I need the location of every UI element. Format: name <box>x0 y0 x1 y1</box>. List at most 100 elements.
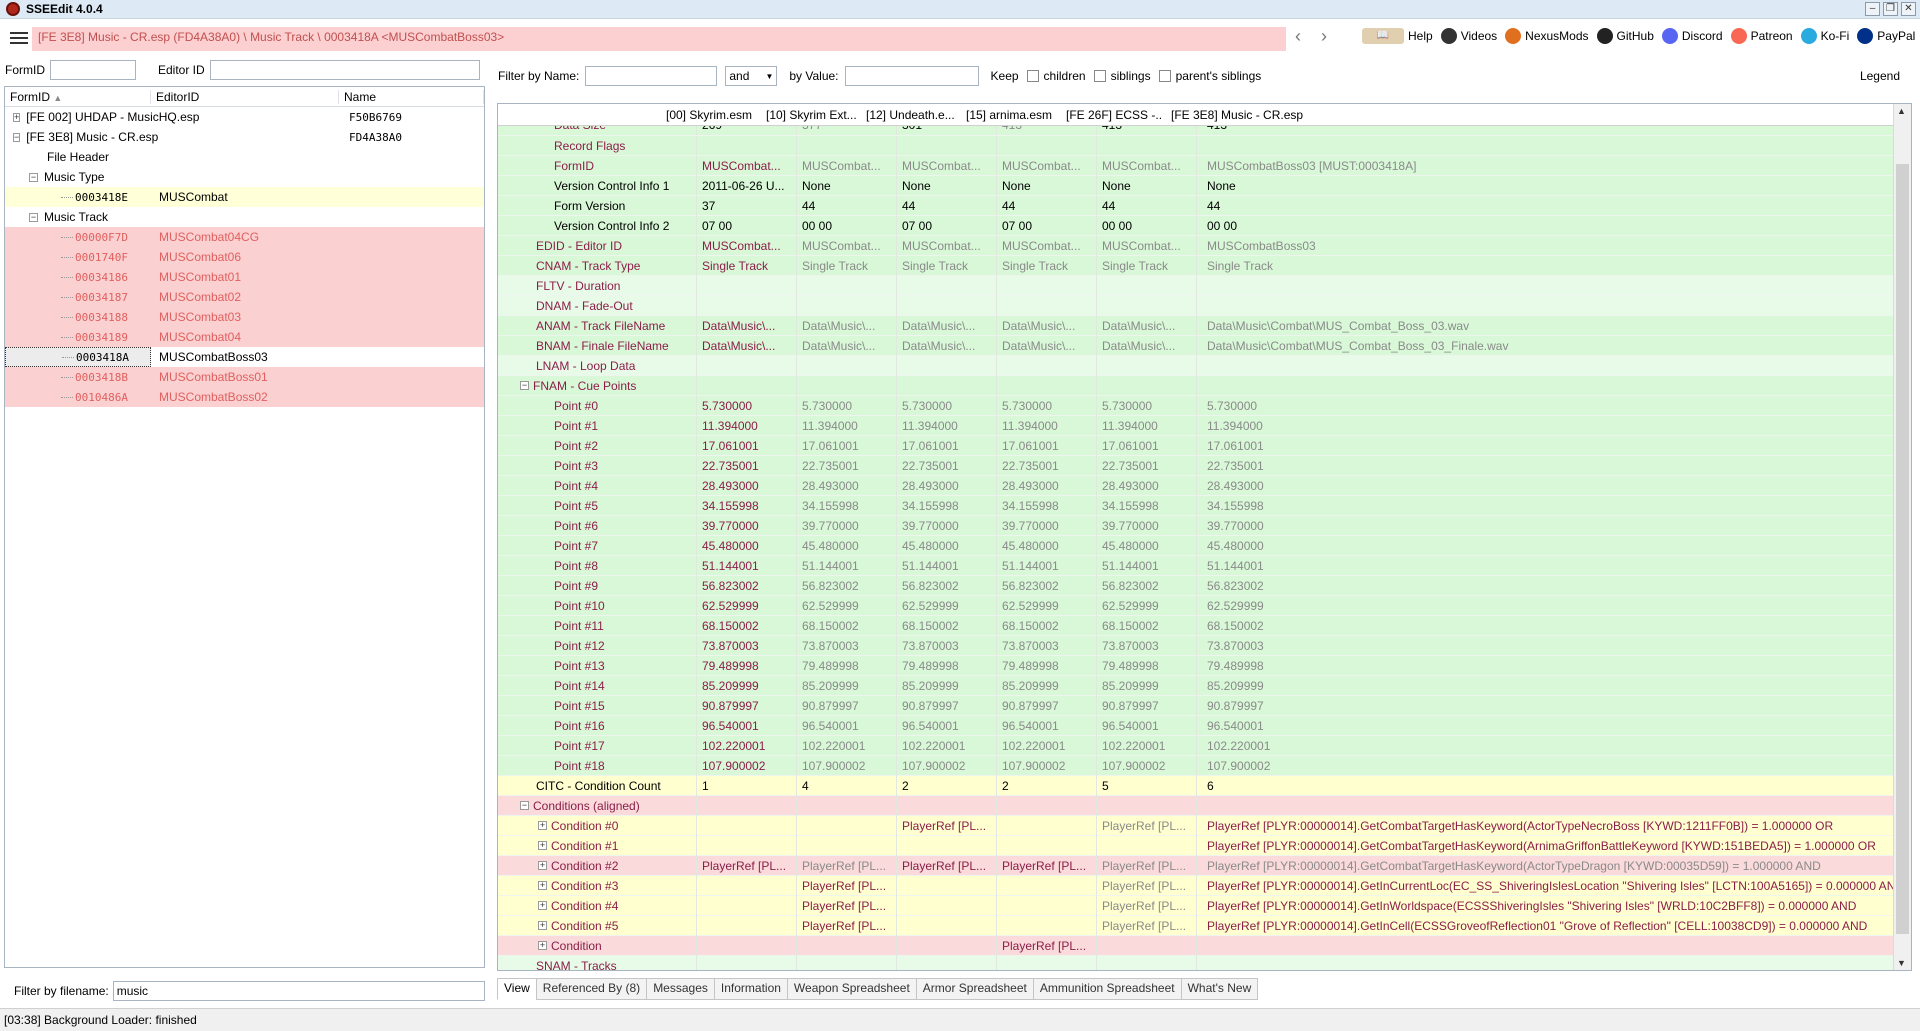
minimize-button[interactable]: – <box>1865 2 1880 16</box>
collapse-icon[interactable]: − <box>13 132 21 142</box>
cell-value[interactable]: 85.209999 <box>896 675 996 696</box>
column-header[interactable]: [FE 3E8] Music - CR.esp <box>1161 108 1661 122</box>
cell-value[interactable]: PlayerRef [PL... <box>796 875 896 896</box>
cell-value[interactable]: MUSCombat... <box>696 155 796 176</box>
cell-value[interactable] <box>1196 935 1911 956</box>
cell-value[interactable]: 102.220001 <box>896 735 996 756</box>
tab-armor-spreadsheet[interactable]: Armor Spreadsheet <box>915 978 1034 1000</box>
cell-value[interactable] <box>1196 355 1911 376</box>
record-row[interactable]: Point #6 39.770000 39.770000 39.770000 39.77… <box>498 515 1911 536</box>
cell-value[interactable] <box>796 795 896 816</box>
cell-value[interactable]: 62.529999 <box>896 595 996 616</box>
cell-value[interactable]: 79.489998 <box>696 655 796 676</box>
cell-value[interactable]: 73.870003 <box>896 635 996 656</box>
cell-value[interactable] <box>996 875 1096 896</box>
cell-value[interactable]: 28.493000 <box>1196 475 1911 496</box>
cell-value[interactable]: 68.150002 <box>796 615 896 636</box>
cell-value[interactable] <box>896 835 996 856</box>
cell-value[interactable]: PlayerRef [PL... <box>996 855 1096 876</box>
cell-value[interactable] <box>1196 955 1911 970</box>
cell-value[interactable]: 90.879997 <box>996 695 1096 716</box>
tree-row[interactable]: 00000F7D MUSCombat04CG <box>5 227 484 247</box>
cell-value[interactable]: 34.155998 <box>1196 495 1911 516</box>
cell-value[interactable] <box>796 355 896 376</box>
cell-value[interactable]: 39.770000 <box>1096 515 1196 536</box>
record-row[interactable]: Point #0 5.730000 5.730000 5.730000 5.730000… <box>498 395 1911 416</box>
cell-value[interactable] <box>896 275 996 296</box>
cell-value[interactable]: 85.209999 <box>696 675 796 696</box>
record-row[interactable]: + Condition #4 PlayerRef [PL... PlayerRef [… <box>498 895 1911 916</box>
cell-value[interactable] <box>696 955 796 970</box>
cell-value[interactable]: 90.879997 <box>1196 695 1911 716</box>
cell-value[interactable] <box>1196 135 1911 156</box>
cell-value[interactable]: 68.150002 <box>996 615 1096 636</box>
scroll-thumb[interactable] <box>1896 164 1909 934</box>
cell-value[interactable]: Data\Music\... <box>996 315 1096 336</box>
record-row[interactable]: CITC - Condition Count 1 4 2 2 5 6 <box>498 775 1911 796</box>
cell-value[interactable]: MUSCombat... <box>896 155 996 176</box>
record-row[interactable]: Point #2 17.061001 17.061001 17.061001 17.06… <box>498 435 1911 456</box>
cell-value[interactable]: 45.480000 <box>796 535 896 556</box>
cell-value[interactable]: 85.209999 <box>1096 675 1196 696</box>
cell-value[interactable]: 413 <box>1196 126 1911 135</box>
cell-value[interactable] <box>996 355 1096 376</box>
close-button[interactable]: ✕ <box>1901 2 1916 16</box>
cell-value[interactable]: 68.150002 <box>696 615 796 636</box>
expand-icon[interactable]: + <box>13 112 21 122</box>
record-row[interactable]: + Condition #2 PlayerRef [PL... PlayerRef [… <box>498 855 1911 876</box>
cell-value[interactable]: 96.540001 <box>1196 715 1911 736</box>
cell-value[interactable]: PlayerRef [PL... <box>1096 855 1196 876</box>
cell-value[interactable]: 5.730000 <box>1096 395 1196 416</box>
cell-value[interactable]: Data\Music\... <box>796 335 896 356</box>
cell-value[interactable]: PlayerRef [PLYR:00000014].GetInCell(ECSS… <box>1196 915 1911 936</box>
record-row[interactable]: ANAM - Track FileName Data\Music\... Data\… <box>498 315 1911 336</box>
cell-value[interactable] <box>896 915 996 936</box>
cell-value[interactable]: MUSCombat... <box>796 155 896 176</box>
record-row[interactable]: + Condition PlayerRef [PL... <box>498 935 1911 956</box>
cell-value[interactable]: PlayerRef [PLYR:00000014].GetInWorldspac… <box>1196 895 1911 916</box>
cell-value[interactable]: 90.879997 <box>1096 695 1196 716</box>
cell-value[interactable] <box>696 275 796 296</box>
cell-value[interactable] <box>696 355 796 376</box>
cell-value[interactable]: 45.480000 <box>1096 535 1196 556</box>
record-row[interactable]: − Conditions (aligned) <box>498 795 1911 816</box>
tree-row[interactable]: 00034188 MUSCombat03 <box>5 307 484 327</box>
cell-value[interactable] <box>896 295 996 316</box>
col-formid[interactable]: FormID ▲ <box>5 89 151 104</box>
tree-row[interactable]: 00034189 MUSCombat04 <box>5 327 484 347</box>
cell-value[interactable]: 39.770000 <box>696 515 796 536</box>
cell-value[interactable]: 51.144001 <box>1096 555 1196 576</box>
cell-value[interactable] <box>696 375 796 396</box>
cell-value[interactable]: 96.540001 <box>796 715 896 736</box>
cell-value[interactable]: MUSCombat... <box>796 235 896 256</box>
record-row[interactable]: Point #16 96.540001 96.540001 96.540001 96.5… <box>498 715 1911 736</box>
tab-weapon-spreadsheet[interactable]: Weapon Spreadsheet <box>786 978 917 1000</box>
cell-value[interactable] <box>796 935 896 956</box>
cell-value[interactable]: 22.735001 <box>796 455 896 476</box>
cell-value[interactable]: 45.480000 <box>996 535 1096 556</box>
cell-value[interactable] <box>996 815 1096 836</box>
cell-value[interactable] <box>796 955 896 970</box>
cell-value[interactable]: 44 <box>996 195 1096 216</box>
cell-value[interactable]: 90.879997 <box>796 695 896 716</box>
record-row[interactable]: Point #18 107.900002 107.900002 107.900002 1… <box>498 755 1911 776</box>
tree-row[interactable]: 0003418E MUSCombat <box>5 187 484 207</box>
cell-value[interactable] <box>796 375 896 396</box>
scroll-up-icon[interactable]: ▲ <box>1897 106 1906 116</box>
cell-value[interactable]: 39.770000 <box>996 515 1096 536</box>
cell-value[interactable]: None <box>1096 175 1196 196</box>
cell-value[interactable] <box>996 375 1096 396</box>
cell-value[interactable]: PlayerRef [PL... <box>1096 875 1196 896</box>
cell-value[interactable]: 51.144001 <box>896 555 996 576</box>
cell-value[interactable]: 62.529999 <box>996 595 1096 616</box>
cell-value[interactable]: 79.489998 <box>996 655 1096 676</box>
cell-value[interactable]: Data\Music\... <box>696 315 796 336</box>
cell-value[interactable]: MUSCombat... <box>896 235 996 256</box>
record-row[interactable]: Point #10 62.529999 62.529999 62.529999 62.5… <box>498 595 1911 616</box>
cell-value[interactable]: 51.144001 <box>996 555 1096 576</box>
parents-siblings-checkbox[interactable] <box>1158 70 1171 82</box>
cell-value[interactable]: 102.220001 <box>996 735 1096 756</box>
cell-value[interactable]: 07 00 <box>996 215 1096 236</box>
cell-value[interactable] <box>996 795 1096 816</box>
cell-value[interactable]: 44 <box>1096 195 1196 216</box>
